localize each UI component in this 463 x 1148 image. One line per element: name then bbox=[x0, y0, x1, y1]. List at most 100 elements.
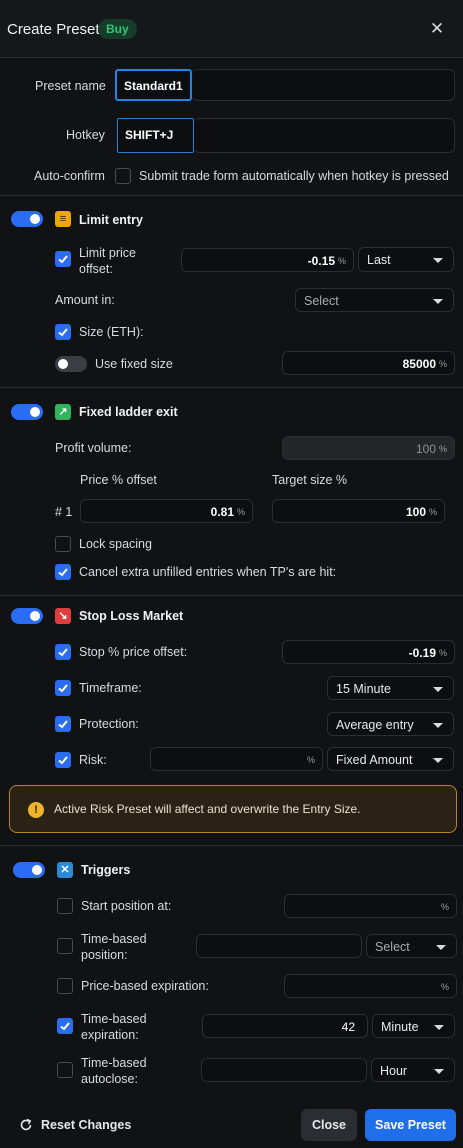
limit-price-ref-select[interactable]: Last bbox=[358, 247, 454, 272]
risk-mode-value: Fixed Amount bbox=[336, 753, 413, 767]
risk-mode-select[interactable]: Fixed Amount bbox=[327, 747, 454, 771]
time-autoclose-label: Time-based autoclose: bbox=[81, 1056, 147, 1086]
percent-unit: % bbox=[337, 256, 346, 266]
side-badge: Buy bbox=[98, 19, 137, 39]
percent-unit: % bbox=[428, 507, 437, 517]
limit-price-offset-label: Limit price offset: bbox=[79, 246, 136, 276]
percent-unit: % bbox=[306, 755, 315, 765]
reset-icon bbox=[20, 1118, 32, 1131]
risk-input[interactable]: % bbox=[150, 747, 323, 771]
arrow-up-right-icon: ↗ bbox=[55, 404, 71, 420]
ladder-target-size-input[interactable]: 100 % bbox=[272, 499, 445, 523]
stop-offset-input[interactable]: -0.19 % bbox=[282, 640, 455, 664]
autoconfirm-checkbox[interactable] bbox=[115, 168, 131, 184]
target-size-header: Target size % bbox=[272, 473, 348, 487]
use-fixed-size-label: Use fixed size bbox=[95, 357, 173, 371]
chevron-down-icon bbox=[433, 299, 443, 304]
save-preset-button[interactable]: Save Preset bbox=[365, 1109, 456, 1141]
timeframe-checkbox[interactable] bbox=[55, 680, 71, 696]
amount-in-label: Amount in: bbox=[55, 293, 115, 307]
chevron-down-icon bbox=[434, 1025, 444, 1030]
time-expiration-value: 42 bbox=[341, 1020, 355, 1034]
hotkey-label: Hotkey bbox=[66, 128, 105, 142]
reset-changes-button[interactable]: Reset Changes bbox=[19, 1117, 131, 1133]
size-checkbox[interactable] bbox=[55, 324, 71, 340]
profit-volume-value: 100 bbox=[415, 442, 436, 456]
stop-offset-value: -0.19 bbox=[408, 646, 436, 660]
limit-price-offset-value: -0.15 bbox=[307, 254, 335, 268]
exclamation-icon: ! bbox=[28, 802, 44, 818]
time-position-input[interactable] bbox=[196, 934, 362, 958]
ladder-price-offset-value: 0.81 bbox=[210, 505, 234, 519]
preset-name-input[interactable]: Standard1 bbox=[115, 69, 192, 101]
limit-entry-toggle[interactable] bbox=[11, 211, 43, 227]
risk-warning-banner: ! Active Risk Preset will affect and ove… bbox=[9, 785, 457, 833]
stop-loss-toggle[interactable] bbox=[11, 608, 43, 624]
percent-unit: % bbox=[236, 507, 245, 517]
autoconfirm-description: Submit trade form automatically when hot… bbox=[139, 169, 449, 183]
triggers-icon: ✕ bbox=[57, 862, 73, 878]
percent-unit: % bbox=[438, 444, 447, 454]
protection-checkbox[interactable] bbox=[55, 716, 71, 732]
risk-warning-text: Active Risk Preset will affect and overw… bbox=[54, 802, 361, 816]
chevron-down-icon bbox=[434, 1069, 444, 1074]
start-position-label: Start position at: bbox=[81, 899, 172, 913]
percent-unit: % bbox=[438, 648, 447, 658]
profit-volume-input: 100 % bbox=[282, 436, 455, 460]
time-expiration-unit-select[interactable]: Minute bbox=[372, 1014, 455, 1038]
time-expiration-label: Time-based expiration: bbox=[81, 1012, 147, 1042]
stop-loss-title: Stop Loss Market bbox=[79, 609, 184, 623]
divider bbox=[0, 195, 463, 196]
protection-select[interactable]: Average entry bbox=[327, 712, 454, 736]
hotkey-input[interactable]: SHIFT+J bbox=[117, 118, 194, 153]
fixed-size-input[interactable]: 85000 % bbox=[282, 351, 455, 375]
time-autoclose-unit-select[interactable]: Hour bbox=[371, 1058, 455, 1082]
close-button[interactable]: Close bbox=[301, 1109, 357, 1141]
price-expiration-label: Price-based expiration: bbox=[81, 979, 209, 993]
timeframe-select[interactable]: 15 Minute bbox=[327, 676, 454, 700]
start-position-input[interactable]: % bbox=[284, 894, 457, 918]
limit-entry-title: Limit entry bbox=[79, 213, 143, 227]
cancel-extra-checkbox[interactable] bbox=[55, 564, 71, 580]
time-autoclose-input[interactable] bbox=[201, 1058, 367, 1082]
limit-price-ref-value: Last bbox=[367, 253, 391, 267]
profit-volume-label: Profit volume: bbox=[55, 441, 132, 455]
price-expiration-input[interactable]: % bbox=[284, 974, 457, 998]
risk-checkbox[interactable] bbox=[55, 752, 71, 768]
time-position-unit-select[interactable]: Select bbox=[366, 934, 457, 958]
preset-name-label: Preset name bbox=[35, 79, 106, 93]
percent-unit: % bbox=[440, 902, 449, 912]
stop-offset-checkbox[interactable] bbox=[55, 644, 71, 660]
arrow-down-right-icon: ↘ bbox=[55, 608, 71, 624]
preset-name-value: Standard1 bbox=[124, 79, 183, 93]
fixed-size-value: 85000 bbox=[402, 357, 436, 371]
price-expiration-checkbox[interactable] bbox=[57, 978, 73, 994]
ladder-row-index: # 1 bbox=[55, 505, 73, 519]
amount-in-select[interactable]: Select bbox=[295, 288, 454, 312]
close-icon[interactable]: ✕ bbox=[428, 18, 446, 40]
limit-entry-icon: ≡ bbox=[55, 211, 71, 227]
ladder-exit-toggle[interactable] bbox=[11, 404, 43, 420]
timeframe-label: Timeframe: bbox=[79, 681, 142, 695]
preset-name-input-extension[interactable] bbox=[192, 69, 455, 101]
time-position-checkbox[interactable] bbox=[57, 938, 73, 954]
lock-spacing-checkbox[interactable] bbox=[55, 536, 71, 552]
limit-price-offset-checkbox[interactable] bbox=[55, 251, 71, 267]
limit-price-offset-input[interactable]: -0.15 % bbox=[181, 248, 354, 272]
triggers-toggle[interactable] bbox=[13, 862, 45, 878]
autoconfirm-label: Auto-confirm bbox=[34, 169, 105, 183]
use-fixed-size-toggle[interactable] bbox=[55, 356, 87, 372]
risk-label: Risk: bbox=[79, 753, 107, 767]
lock-spacing-label: Lock spacing bbox=[79, 537, 152, 551]
time-expiration-input[interactable]: 42 bbox=[202, 1014, 368, 1038]
start-position-checkbox[interactable] bbox=[57, 898, 73, 914]
percent-unit: % bbox=[438, 359, 447, 369]
ladder-price-offset-input[interactable]: 0.81 % bbox=[80, 499, 253, 523]
divider bbox=[0, 387, 463, 388]
time-autoclose-checkbox[interactable] bbox=[57, 1062, 73, 1078]
hotkey-input-extension[interactable] bbox=[194, 118, 455, 153]
time-expiration-checkbox[interactable] bbox=[57, 1018, 73, 1034]
amount-in-placeholder: Select bbox=[304, 294, 339, 308]
chevron-down-icon bbox=[433, 758, 443, 763]
hotkey-value: SHIFT+J bbox=[125, 128, 174, 142]
